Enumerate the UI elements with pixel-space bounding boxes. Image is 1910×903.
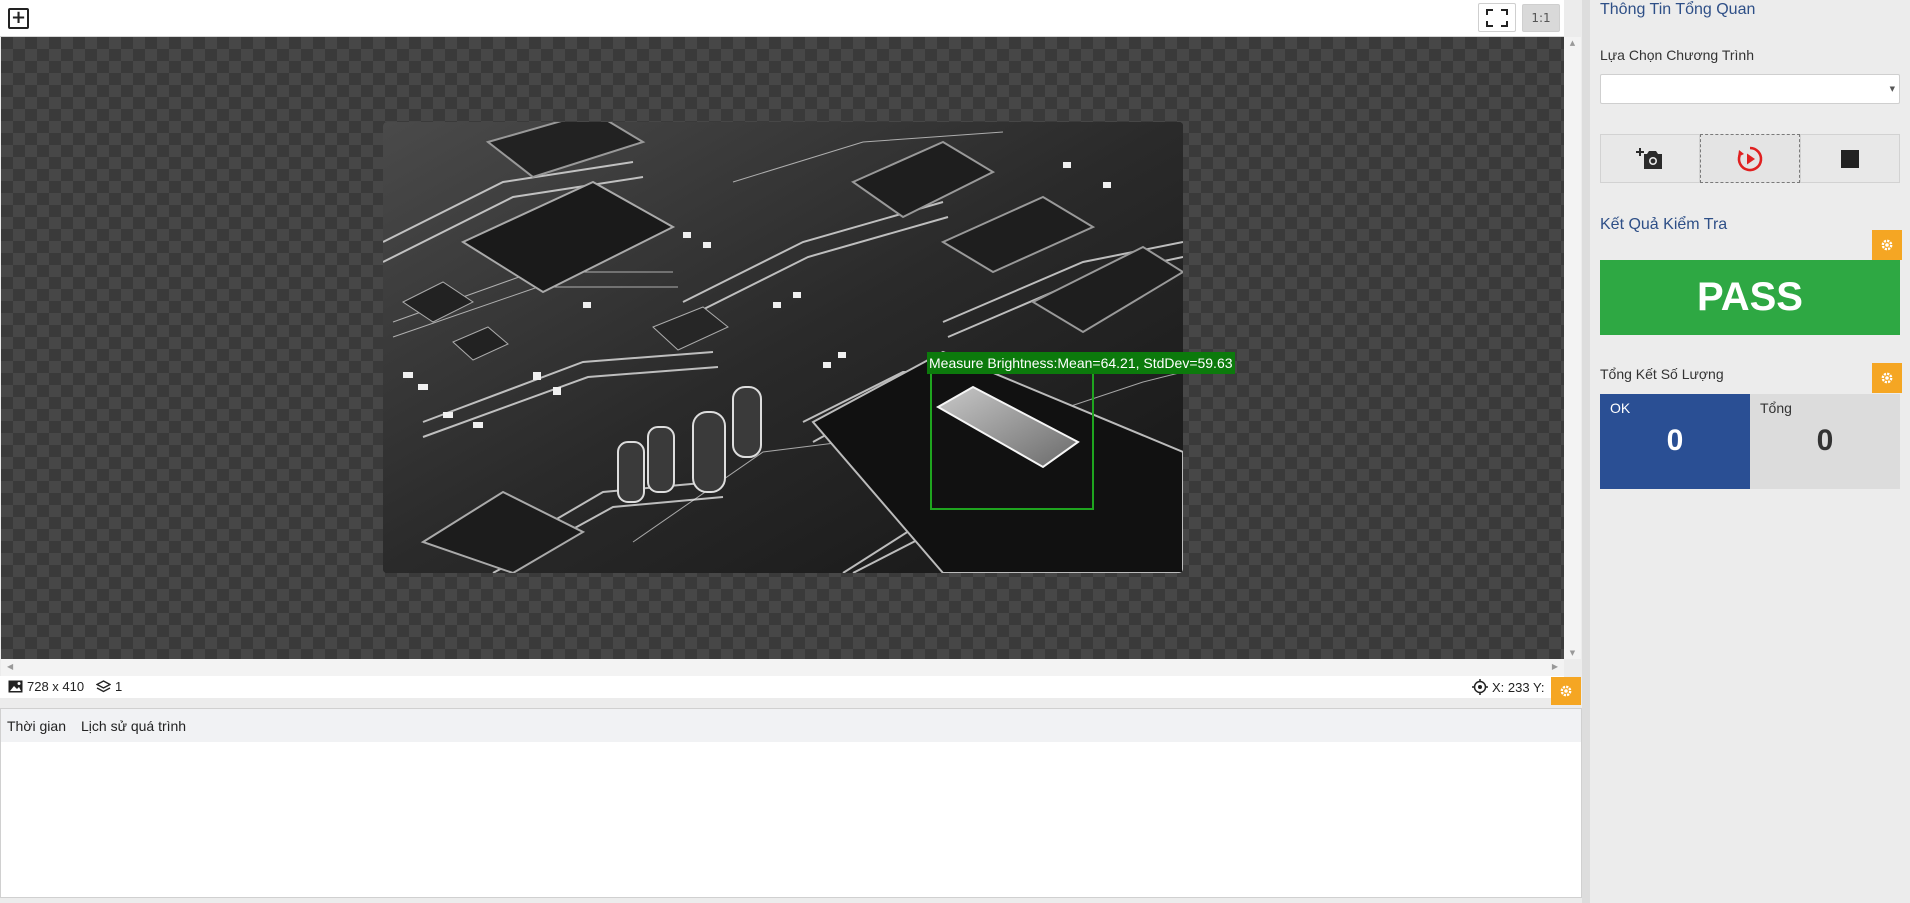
zoom-1to1-button[interactable]: 1:1	[1522, 4, 1560, 32]
horizontal-scrollbar[interactable]: ◀ ▶	[1, 659, 1564, 676]
play-circle-icon	[1737, 146, 1763, 171]
summary-counts: OK 0 Tổng 0	[1600, 394, 1900, 489]
ok-count-label: OK	[1610, 400, 1631, 416]
viewer-area: + 1:1 Measure Brightness:Mean=64.21, Std…	[0, 0, 1582, 903]
viewer-statusbar: 728 x 410 1 X: 233 Y:	[0, 676, 1564, 698]
process-history-panel: Thời gian Lịch sử quá trình	[0, 708, 1582, 898]
ok-count-value: 0	[1666, 424, 1684, 457]
panel-splitter[interactable]	[1582, 0, 1590, 903]
gear-icon	[1881, 239, 1893, 251]
result-title: Kết Quả Kiểm Tra	[1600, 216, 1728, 233]
stop-button[interactable]	[1800, 134, 1900, 183]
fit-to-window-button[interactable]	[1478, 3, 1516, 32]
history-col-time[interactable]: Thời gian	[7, 718, 66, 734]
ok-count-card: OK 0	[1600, 394, 1750, 489]
total-count-card: Tổng 0	[1750, 394, 1900, 489]
total-count-label: Tổng	[1760, 400, 1792, 416]
total-count-value: 0	[1816, 424, 1834, 457]
run-controls	[1600, 134, 1900, 183]
history-header: Thời gian Lịch sử quá trình	[1, 709, 1581, 742]
roi-measure-label: Measure Brightness:Mean=64.21, StdDev=59…	[927, 352, 1235, 374]
vertical-scrollbar[interactable]: ▲ ▼	[1564, 37, 1581, 659]
result-status-badge: PASS	[1600, 260, 1900, 335]
layer-count-text: 1	[115, 679, 123, 694]
control-panel: Thông Tin Tổng Quan Lựa Chọn Chương Trìn…	[1590, 0, 1910, 903]
summary-settings-button[interactable]	[1872, 363, 1902, 393]
result-settings-button[interactable]	[1872, 230, 1902, 260]
plus-square-icon: +	[10, 6, 27, 28]
gear-icon	[1881, 372, 1893, 384]
viewer-settings-button[interactable]	[1551, 677, 1581, 705]
layers-icon	[96, 679, 111, 692]
stop-icon	[1841, 149, 1859, 168]
program-select[interactable]: ▼	[1600, 74, 1900, 104]
cursor-coords-text: X: 233 Y:	[1492, 679, 1545, 695]
gear-icon	[1560, 685, 1572, 697]
camera-add-icon	[1636, 147, 1662, 169]
image-size-text: 728 x 410	[27, 679, 85, 694]
run-button[interactable]	[1700, 134, 1800, 183]
program-select-label: Lựa Chọn Chương Trình	[1600, 47, 1755, 63]
history-col-history[interactable]: Lịch sử quá trình	[81, 718, 186, 734]
image-icon	[8, 680, 23, 693]
image-canvas[interactable]	[1, 37, 1564, 659]
chevron-down-icon: ▼	[1889, 85, 1895, 93]
crosshair-icon	[1472, 679, 1488, 695]
fullscreen-icon	[1486, 8, 1508, 27]
overview-title: Thông Tin Tổng Quan	[1600, 1, 1756, 18]
summary-title: Tổng Kết Số Lượng	[1600, 366, 1724, 382]
viewer-toolbar: + 1:1	[0, 0, 1564, 37]
capture-button[interactable]	[1600, 134, 1700, 183]
add-image-button[interactable]: +	[8, 8, 29, 29]
measure-roi-box[interactable]	[930, 371, 1094, 510]
